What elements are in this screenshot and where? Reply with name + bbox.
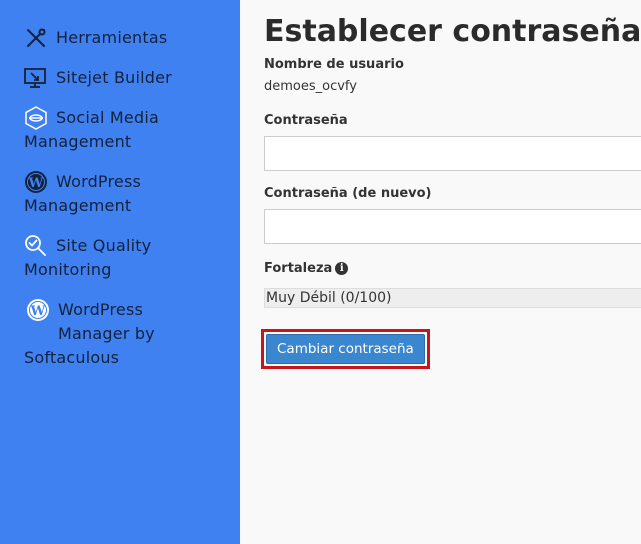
sidebar-item-label: Herramientas [56, 28, 168, 47]
strength-text: Muy Débil (0/100) [266, 290, 392, 306]
username-label: Nombre de usuario [264, 57, 404, 72]
sitejet-icon [24, 66, 48, 90]
strength-meter: Muy Débil (0/100) [264, 288, 641, 308]
wordpress-icon: W [26, 298, 50, 322]
strength-label-row: Fortaleza i [264, 260, 641, 278]
sidebar-item-label: Monitoring [24, 260, 112, 279]
info-icon[interactable]: i [335, 262, 349, 275]
sidebar-item-label: Social Media [56, 108, 159, 127]
change-password-button[interactable]: Cambiar contraseña [266, 334, 425, 364]
sidebar: Herramientas Sitejet Builder Social Medi… [0, 0, 240, 544]
sidebar-item-social-media[interactable]: Social Media Management [0, 106, 240, 154]
sidebar-item-label: WordPress [58, 300, 144, 319]
sidebar-item-site-quality[interactable]: Site Quality Monitoring [0, 234, 240, 282]
sidebar-item-label: Softaculous [24, 348, 120, 367]
username-group: Nombre de usuario demoes_ocvfy [264, 56, 641, 96]
svg-text:W: W [30, 304, 46, 319]
username-value: demoes_ocvfy [264, 79, 357, 94]
sidebar-item-label: Site Quality [56, 236, 152, 255]
social-media-icon [24, 106, 48, 130]
sidebar-item-label: Management [24, 132, 132, 151]
password-input[interactable] [264, 136, 641, 171]
sidebar-item-label: Manager by [58, 324, 155, 343]
tools-icon [24, 26, 48, 50]
strength-group: Fortaleza i Muy Débil (0/100) [264, 260, 641, 308]
page-title: Establecer contraseña de u [264, 14, 641, 49]
sidebar-item-wordpress-softaculous[interactable]: W WordPress Manager by Softaculous [0, 298, 240, 370]
sidebar-item-label: Management [24, 196, 132, 215]
password-label: Contraseña [264, 113, 348, 128]
password-repeat-label: Contraseña (de nuevo) [264, 186, 432, 201]
sidebar-item-label: WordPress [56, 172, 142, 191]
password-repeat-input[interactable] [264, 209, 641, 244]
main-content: Establecer contraseña de u Nombre de usu… [240, 0, 641, 544]
sidebar-item-wordpress-management[interactable]: W WordPress Management [0, 170, 240, 218]
sidebar-item-sitejet-builder[interactable]: Sitejet Builder [0, 66, 240, 90]
highlight-box: Cambiar contraseña [261, 329, 430, 369]
sidebar-item-label: Sitejet Builder [56, 68, 172, 87]
svg-text:W: W [28, 176, 44, 191]
sidebar-item-herramientas[interactable]: Herramientas [0, 26, 240, 50]
site-quality-icon [24, 234, 48, 258]
password-repeat-group: Contraseña (de nuevo) [264, 185, 641, 244]
password-group: Contraseña [264, 112, 641, 171]
wordpress-icon: W [24, 170, 48, 194]
strength-label: Fortaleza [264, 261, 333, 276]
